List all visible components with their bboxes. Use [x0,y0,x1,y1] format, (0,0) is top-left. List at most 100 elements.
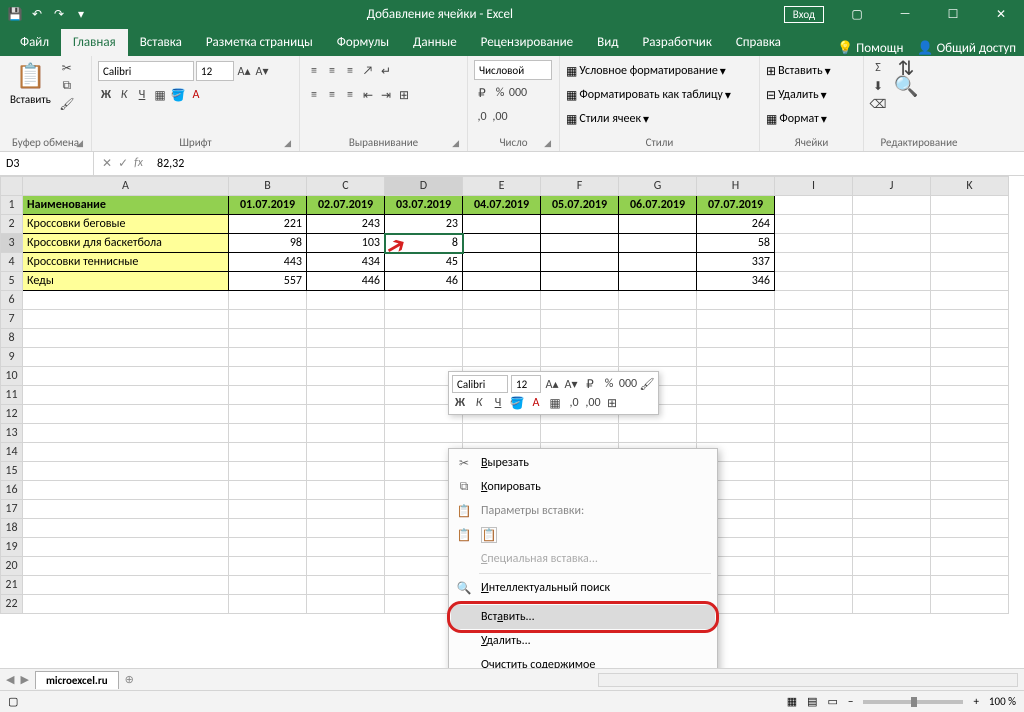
cell[interactable]: 8 [385,234,463,253]
indent-dec-icon[interactable]: ⇤ [360,87,376,103]
cell[interactable] [931,310,1009,329]
share-button[interactable]: 👤 Общий доступ [917,41,1016,56]
maximize-icon[interactable]: ☐ [930,0,976,28]
cell[interactable] [697,367,775,386]
cell[interactable]: 58 [697,234,775,253]
zoom-level[interactable]: 100 % [989,695,1016,708]
cell[interactable] [853,329,931,348]
cell[interactable]: 446 [307,272,385,291]
cell[interactable] [229,424,307,443]
paste-button[interactable]: 📋 Вставить [6,60,55,108]
cell[interactable] [697,291,775,310]
zoom-out-icon[interactable]: − [848,695,853,708]
redo-icon[interactable]: ↷ [50,5,68,23]
col-header[interactable]: H [697,177,775,196]
cell[interactable] [541,424,619,443]
cell[interactable] [307,329,385,348]
tell-me[interactable]: 💡 Помощн [837,41,903,56]
cell[interactable]: 337 [697,253,775,272]
cell[interactable] [541,291,619,310]
cell[interactable] [853,443,931,462]
cell[interactable] [775,443,853,462]
cell[interactable] [307,386,385,405]
cell[interactable] [541,234,619,253]
cell[interactable] [931,215,1009,234]
shrink-font-icon[interactable]: A▾ [254,63,270,79]
cut-icon[interactable]: ✂ [59,60,75,76]
number-format-combo[interactable]: Числовой [474,60,552,80]
cell[interactable] [229,386,307,405]
cell[interactable] [23,576,229,595]
align-mid-icon[interactable]: ≡ [324,63,340,79]
tab-data[interactable]: Данные [401,29,469,56]
cell[interactable] [775,215,853,234]
cell[interactable] [307,367,385,386]
cell[interactable] [775,329,853,348]
col-header[interactable]: E [463,177,541,196]
copy-icon[interactable]: ⧉ [59,78,75,94]
align-right-icon[interactable]: ≡ [342,87,358,103]
cell[interactable] [931,595,1009,614]
cell[interactable]: 05.07.2019 [541,196,619,215]
cell[interactable] [931,386,1009,405]
col-header[interactable]: C [307,177,385,196]
mini-comma-icon[interactable]: 000 [620,376,636,392]
autosum-icon[interactable]: Σ [870,60,886,76]
cell[interactable]: 98 [229,234,307,253]
cell[interactable] [23,367,229,386]
cell[interactable] [931,519,1009,538]
cell[interactable] [541,253,619,272]
save-icon[interactable]: 💾 [6,5,24,23]
cell[interactable] [307,405,385,424]
cell[interactable] [229,405,307,424]
login-button[interactable]: Вход [784,6,824,23]
format-as-table[interactable]: ▦ Форматировать как таблицу ▾ [566,84,731,106]
mini-shrink-icon[interactable]: A▾ [563,376,579,392]
cell[interactable] [931,443,1009,462]
cell[interactable] [775,405,853,424]
align-left-icon[interactable]: ≡ [306,87,322,103]
row-header[interactable]: 18 [1,519,23,538]
row-header[interactable]: 13 [1,424,23,443]
cell[interactable] [853,557,931,576]
cell[interactable] [463,272,541,291]
cell[interactable] [23,310,229,329]
col-header[interactable]: G [619,177,697,196]
mini-inc-dec-icon[interactable]: ,0 [566,395,582,411]
mini-dec-dec-icon[interactable]: ,00 [585,395,601,411]
find-icon[interactable]: 🔍 [898,78,914,94]
cell[interactable] [385,424,463,443]
cell[interactable] [775,386,853,405]
cell[interactable] [775,272,853,291]
cell[interactable] [463,215,541,234]
cell[interactable] [229,538,307,557]
cell[interactable] [229,462,307,481]
undo-icon[interactable]: ↶ [28,5,46,23]
cell[interactable] [775,538,853,557]
cell[interactable] [23,519,229,538]
conditional-formatting[interactable]: ▦ Условное форматирование ▾ [566,60,726,82]
dec-decimal-icon[interactable]: ,00 [492,109,508,125]
minimize-icon[interactable]: — [882,0,928,28]
spreadsheet-grid[interactable]: ABCDEFGHIJK1Наименование01.07.201902.07.… [0,176,1024,668]
cell[interactable] [775,595,853,614]
format-painter-icon[interactable]: 🖌 [59,96,75,112]
cell[interactable] [853,291,931,310]
cell[interactable] [931,196,1009,215]
row-header[interactable]: 9 [1,348,23,367]
align-bot-icon[interactable]: ≡ [342,63,358,79]
cell[interactable] [619,348,697,367]
cell[interactable] [23,500,229,519]
cell[interactable] [23,481,229,500]
cell[interactable] [775,519,853,538]
cell[interactable] [23,348,229,367]
cell[interactable] [307,348,385,367]
menu-item[interactable]: ⧉Копировать [451,475,715,499]
cell[interactable] [23,405,229,424]
italic-icon[interactable]: К [116,87,132,103]
cell[interactable]: 45 [385,253,463,272]
cell[interactable] [931,234,1009,253]
row-header[interactable]: 20 [1,557,23,576]
row-header[interactable]: 3 [1,234,23,253]
cell[interactable]: 07.07.2019 [697,196,775,215]
